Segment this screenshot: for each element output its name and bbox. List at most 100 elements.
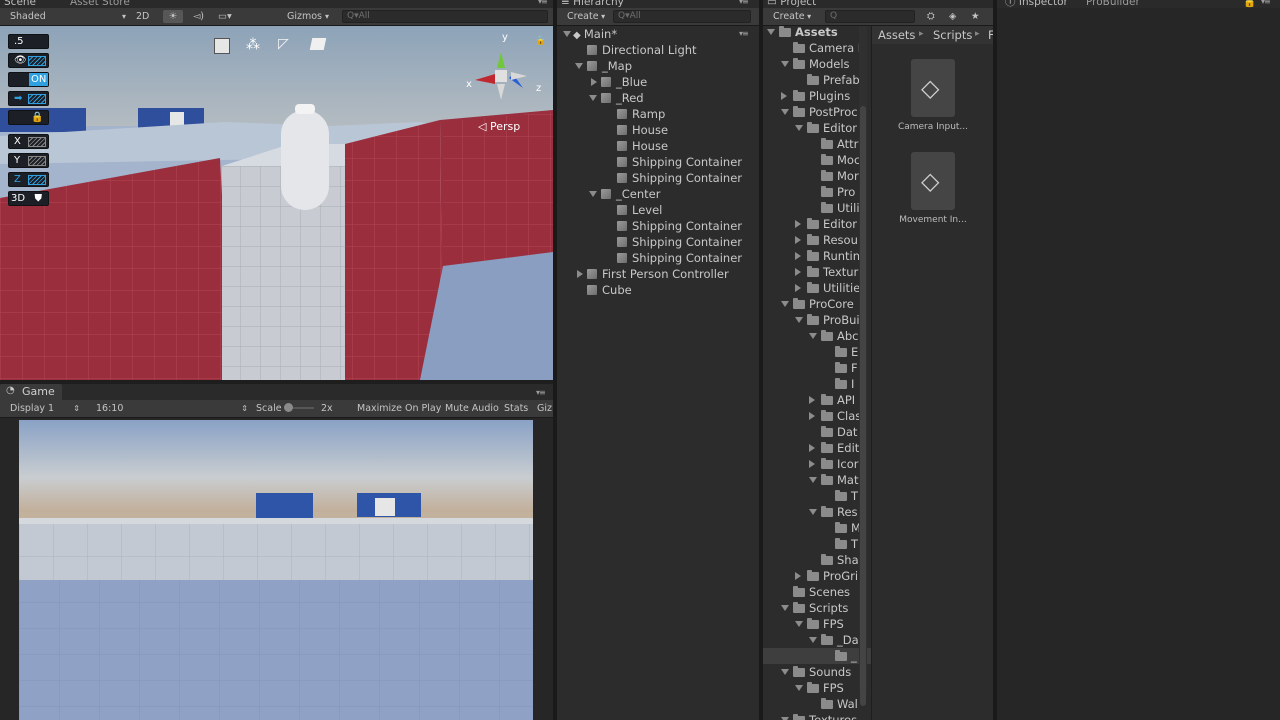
expand-arrow-icon[interactable] <box>795 268 801 276</box>
tab-scene[interactable]: Scene <box>4 0 36 8</box>
hierarchy-item[interactable]: House <box>617 138 668 154</box>
aspect-dropdown[interactable]: 16:10 ⇕ <box>96 402 248 415</box>
tab-asset-store[interactable]: Asset Store <box>70 0 130 8</box>
maximize-on-play-toggle[interactable]: Maximize On Play <box>357 402 441 415</box>
hierarchy-item[interactable]: _Red <box>601 90 644 106</box>
lock-toggle[interactable]: 🔒 <box>8 110 49 125</box>
cube-shape-icon[interactable] <box>214 38 230 54</box>
expand-arrow-icon[interactable] <box>809 412 815 420</box>
expand-arrow-icon[interactable] <box>809 333 817 339</box>
project-folder[interactable]: Assets <box>779 26 871 40</box>
expand-arrow-icon[interactable] <box>795 125 803 131</box>
hierarchy-item[interactable]: Shipping Container <box>617 218 742 234</box>
scene-panel-menu-icon[interactable]: ▾≡ <box>538 0 547 8</box>
scene-menu-icon[interactable]: ▾≡ <box>739 29 748 38</box>
expand-arrow-icon[interactable] <box>795 252 801 260</box>
lock-icon[interactable]: 🔒 <box>1243 0 1256 8</box>
hierarchy-item[interactable]: Cube <box>587 282 632 298</box>
expand-arrow-icon[interactable] <box>795 220 801 228</box>
x-axis-toggle[interactable]: X <box>8 134 49 149</box>
project-folder[interactable]: Textures <box>793 712 871 720</box>
audio-toggle[interactable]: ◅) <box>193 10 204 23</box>
tab-hierarchy[interactable]: ≡ Hierarchy <box>561 0 624 8</box>
game-viewport[interactable] <box>19 420 533 720</box>
project-search-input[interactable]: Q <box>825 10 915 23</box>
expand-arrow-icon[interactable] <box>809 637 817 643</box>
expand-arrow-icon[interactable] <box>795 236 801 244</box>
hierarchy-menu-icon[interactable]: ▾≡ <box>739 0 748 8</box>
expand-arrow-icon[interactable] <box>781 669 789 675</box>
tab-game[interactable]: ◔ Game <box>0 384 62 400</box>
edge-icon[interactable]: ◸ <box>278 36 289 52</box>
hierarchy-item[interactable]: Shipping Container <box>617 234 742 250</box>
expand-arrow-icon[interactable] <box>781 605 789 611</box>
display-dropdown[interactable]: Display 1 ⇕ <box>10 402 80 415</box>
hierarchy-item[interactable]: Ramp <box>617 106 665 122</box>
hierarchy-item[interactable]: Level <box>617 202 662 218</box>
persp-label[interactable]: ◁ Persp <box>478 120 520 133</box>
breadcrumb-item[interactable]: Scripts <box>933 28 972 42</box>
hierarchy-item[interactable]: Shipping Container <box>617 154 742 170</box>
asset-label[interactable]: Movement In... <box>893 215 973 225</box>
scale-slider[interactable] <box>284 407 314 409</box>
script-asset-icon[interactable]: ◇ <box>911 59 955 117</box>
game-gizmos-toggle[interactable]: Giz <box>537 402 552 415</box>
hierarchy-item[interactable]: _Map <box>587 58 632 74</box>
snap-direction-toggle[interactable]: ➡ <box>8 91 49 106</box>
hierarchy-item[interactable]: _Blue <box>601 74 647 90</box>
expand-arrow-icon[interactable] <box>589 191 597 197</box>
scale-slider-thumb[interactable] <box>284 403 293 412</box>
expand-arrow-icon[interactable] <box>767 29 775 35</box>
z-axis-toggle[interactable]: Z <box>8 172 49 187</box>
asset-label[interactable]: Camera Input... <box>893 122 973 132</box>
orientation-gizmo[interactable] <box>465 36 545 116</box>
hierarchy-item[interactable]: _Center <box>601 186 660 202</box>
expand-arrow-icon[interactable] <box>781 301 789 307</box>
scene-lighting-toggle[interactable]: ☀ <box>163 10 183 23</box>
scrollbar-thumb[interactable] <box>860 106 866 706</box>
hierarchy-item[interactable]: Shipping Container <box>617 170 742 186</box>
y-axis-toggle[interactable]: Y <box>8 153 49 168</box>
expand-arrow-icon[interactable] <box>809 460 815 468</box>
filter-by-label-icon[interactable]: ◈ <box>949 10 956 23</box>
shading-mode-dropdown[interactable]: Shaded ▾ <box>10 10 120 23</box>
expand-arrow-icon[interactable] <box>781 109 789 115</box>
favorite-star-icon[interactable]: ★ <box>971 10 980 23</box>
expand-arrow-icon[interactable] <box>589 95 597 101</box>
hierarchy-item[interactable]: First Person Controller <box>587 266 729 282</box>
face-icon[interactable] <box>310 38 327 50</box>
scene-search-input[interactable]: Q▾All <box>342 10 548 23</box>
breadcrumb-item[interactable]: Assets <box>878 28 915 42</box>
hierarchy-item[interactable]: Directional Light <box>587 42 697 58</box>
expand-arrow-icon[interactable] <box>795 284 801 292</box>
tab-project[interactable]: ▭ Project <box>767 0 816 8</box>
gizmos-dropdown[interactable]: Gizmos ▾ <box>287 10 329 23</box>
expand-arrow-icon[interactable] <box>795 621 803 627</box>
hierarchy-item[interactable]: Shipping Container <box>617 250 742 266</box>
effects-dropdown[interactable]: ▭▾ <box>218 10 232 23</box>
expand-arrow-icon[interactable] <box>591 78 597 86</box>
hierarchy-create-dropdown[interactable]: Create ▾ <box>567 10 605 23</box>
expand-arrow-icon[interactable] <box>575 63 583 69</box>
tab-probuilder[interactable]: ProBuilder <box>1086 0 1140 8</box>
expand-arrow-icon[interactable] <box>781 61 789 67</box>
expand-arrow-icon[interactable] <box>809 396 815 404</box>
tab-inspector[interactable]: ⓘ Inspector <box>1005 0 1068 8</box>
project-create-dropdown[interactable]: Create ▾ <box>773 10 811 23</box>
game-panel-menu-icon[interactable]: ▾≡ <box>536 387 545 399</box>
expand-arrow-icon[interactable] <box>795 572 801 580</box>
mute-audio-toggle[interactable]: Mute Audio <box>445 402 499 415</box>
visibility-toggle[interactable]: 👁 <box>8 53 49 68</box>
expand-arrow-icon[interactable] <box>563 31 571 37</box>
expand-arrow-icon[interactable] <box>809 477 817 483</box>
expand-arrow-icon[interactable] <box>795 317 803 323</box>
lock-icon[interactable]: 🔒 <box>535 36 546 46</box>
expand-arrow-icon[interactable] <box>795 685 803 691</box>
project-tree-scrollbar[interactable] <box>859 26 867 690</box>
expand-arrow-icon[interactable] <box>577 270 583 278</box>
snap-value-button[interactable]: .5 <box>8 34 49 49</box>
scene-viewport[interactable]: .5 👁 ON ➡ 🔒 X Y Z 3D⛊ ⁂ ◸ y x z 🔒 ◁ Pers… <box>0 26 553 380</box>
inspector-menu-icon[interactable]: ▾≡ <box>1261 0 1270 8</box>
expand-arrow-icon[interactable] <box>809 509 817 515</box>
3d-toggle[interactable]: 3D⛊ <box>8 191 49 206</box>
